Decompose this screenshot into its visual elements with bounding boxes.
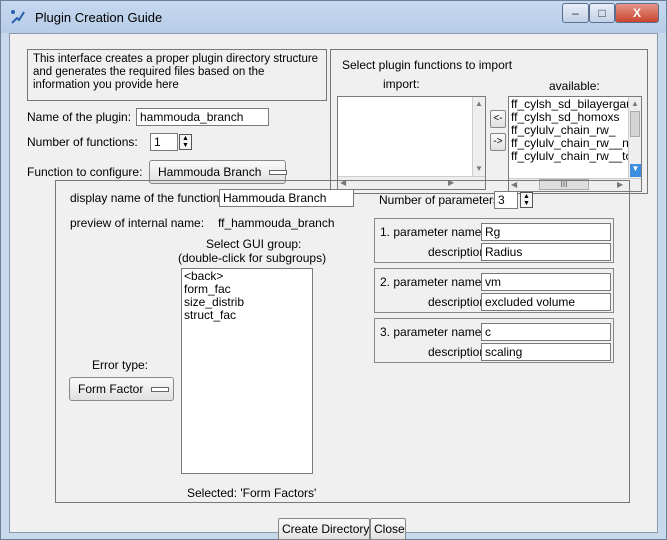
close-button[interactable]: Close bbox=[370, 518, 406, 540]
dropdown-indicator-icon bbox=[269, 170, 288, 176]
num-functions-label: Number of functions: bbox=[27, 135, 138, 149]
import-header: import: bbox=[383, 77, 420, 91]
gui-group-hint: (double-click for subgroups) bbox=[178, 251, 327, 265]
scroll-down-icon[interactable]: ▼ bbox=[630, 164, 641, 177]
scroll-up-icon[interactable]: ▲ bbox=[631, 99, 639, 109]
plugin-name-field[interactable]: hammouda_branch bbox=[136, 108, 269, 126]
function-config-panel: display name of the function: Hammouda B… bbox=[55, 180, 630, 503]
window-title: Plugin Creation Guide bbox=[35, 10, 163, 25]
close-window-button[interactable]: X bbox=[615, 3, 659, 23]
dropdown-indicator-icon bbox=[151, 387, 170, 393]
preview-name-value: ff_hammouda_branch bbox=[218, 216, 335, 230]
scroll-thumb[interactable] bbox=[630, 111, 640, 137]
available-item[interactable]: ff_cylulv_chain_rw__tc bbox=[509, 150, 632, 163]
num-params-label: Number of parameters: bbox=[379, 193, 503, 207]
import-panel-title: Select plugin functions to import bbox=[342, 58, 513, 72]
parameter-1-desc-field[interactable]: Radius bbox=[481, 243, 611, 261]
parameter-3-group: 3. parameter name: c description: scalin… bbox=[374, 318, 614, 363]
maximize-button[interactable]: □ bbox=[589, 3, 615, 23]
parameter-3-name-field[interactable]: c bbox=[481, 323, 611, 341]
num-functions-spinner[interactable]: ▲ ▼ bbox=[179, 134, 192, 150]
plugin-creation-window: Plugin Creation Guide – □ X This interfa… bbox=[0, 0, 667, 540]
available-list-vscroll[interactable]: ▲ ▼ bbox=[628, 97, 641, 179]
gui-group-title: Select GUI group: bbox=[206, 237, 302, 251]
error-type-dropdown[interactable]: Form Factor bbox=[69, 377, 174, 401]
intro-text: This interface creates a proper plugin d… bbox=[27, 49, 327, 101]
minimize-button[interactable]: – bbox=[562, 3, 589, 23]
gui-group-item[interactable]: struct_fac bbox=[182, 309, 312, 322]
parameter-1-group: 1. parameter name: Rg description: Radiu… bbox=[374, 218, 614, 263]
preview-name-label: preview of internal name: bbox=[70, 216, 205, 230]
parameter-1-name-field[interactable]: Rg bbox=[481, 223, 611, 241]
error-type-value: Form Factor bbox=[78, 382, 144, 396]
display-name-field[interactable]: Hammouda Branch bbox=[219, 189, 354, 207]
move-right-button[interactable]: -> bbox=[490, 133, 506, 151]
move-left-button[interactable]: <- bbox=[490, 110, 506, 128]
parameter-3-name-label: 3. parameter name: bbox=[380, 325, 485, 339]
import-list-vscroll[interactable]: ▲ ▼ bbox=[472, 97, 485, 177]
client-area: This interface creates a proper plugin d… bbox=[9, 33, 658, 540]
num-params-field[interactable]: 3 bbox=[494, 191, 518, 209]
selected-group-label: Selected: 'Form Factors' bbox=[187, 486, 317, 500]
num-params-spinner[interactable]: ▲ ▼ bbox=[520, 192, 533, 208]
available-header: available: bbox=[549, 79, 600, 93]
display-name-label: display name of the function: bbox=[70, 191, 223, 205]
function-config-label: Function to configure: bbox=[27, 165, 143, 179]
parameter-3-desc-field[interactable]: scaling bbox=[481, 343, 611, 361]
app-icon bbox=[11, 10, 25, 24]
num-functions-field[interactable]: 1 bbox=[150, 133, 178, 151]
title-bar[interactable]: Plugin Creation Guide – □ X bbox=[1, 1, 666, 33]
plugin-name-label: Name of the plugin: bbox=[27, 110, 132, 124]
parameter-1-name-label: 1. parameter name: bbox=[380, 225, 485, 239]
scroll-down-icon[interactable]: ▼ bbox=[475, 164, 483, 174]
parameter-2-desc-field[interactable]: excluded volume bbox=[481, 293, 611, 311]
import-list[interactable]: ▲ ▼ ◀ ▶ bbox=[337, 96, 486, 190]
available-list[interactable]: ff_cylsh_sd_bilayergauss ff_cylsh_sd_hom… bbox=[508, 96, 642, 192]
import-panel: Select plugin functions to import import… bbox=[330, 49, 648, 194]
parameter-2-group: 2. parameter name: vm description: exclu… bbox=[374, 268, 614, 313]
gui-group-list[interactable]: <back> form_fac size_distrib struct_fac bbox=[181, 268, 313, 474]
parameter-2-name-label: 2. parameter name: bbox=[380, 275, 485, 289]
parameter-2-name-field[interactable]: vm bbox=[481, 273, 611, 291]
scroll-up-icon[interactable]: ▲ bbox=[475, 99, 483, 109]
error-type-label: Error type: bbox=[92, 358, 149, 372]
function-config-value: Hammouda Branch bbox=[158, 165, 262, 179]
create-directory-button[interactable]: Create Directory bbox=[278, 518, 370, 540]
